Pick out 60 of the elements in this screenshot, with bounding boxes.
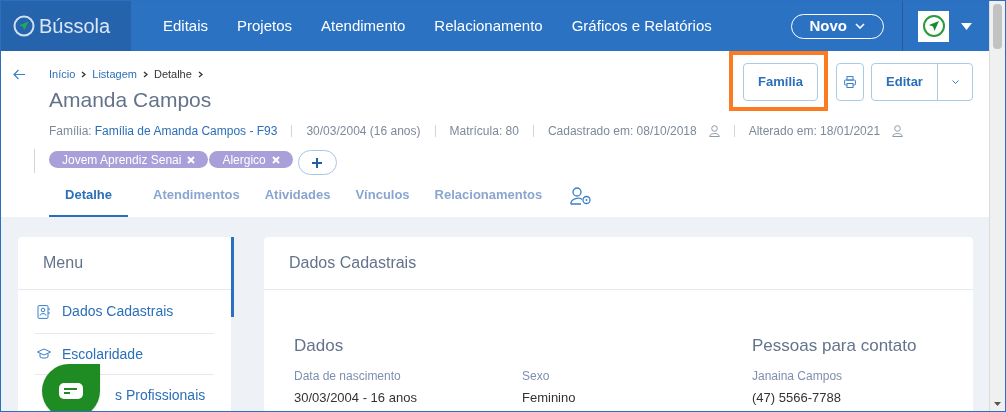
tab[interactable]: Atividades: [264, 175, 331, 217]
plus-icon: [312, 157, 323, 168]
family-link[interactable]: Família de Amanda Campos - F93: [94, 122, 278, 140]
chevron-down-icon: [855, 23, 865, 29]
print-button[interactable]: [836, 63, 864, 101]
user-icon: [892, 125, 904, 137]
user-icon: [708, 125, 720, 137]
menu-title: Menu: [43, 253, 84, 273]
edit-split-button[interactable]: Editar: [871, 63, 973, 101]
contact-card-icon: [37, 304, 51, 319]
meta-text: Alterado em: 18/01/2021: [748, 123, 881, 140]
nav-link[interactable]: Gráficos e Relatórios: [571, 14, 712, 38]
graduation-cap-icon: [37, 347, 51, 361]
meta-text: Cadastrado em: 08/10/2018: [547, 123, 697, 140]
nav-link[interactable]: Editais: [163, 14, 209, 38]
field-label: Janaina Campos: [752, 368, 844, 385]
user-settings-icon[interactable]: [570, 187, 593, 205]
tab[interactable]: Atendimentos: [153, 175, 240, 217]
scrollbar[interactable]: [989, 1, 1005, 411]
scrollbar-thumb[interactable]: [993, 4, 1002, 49]
family-button[interactable]: Família: [743, 63, 818, 101]
tag-chip: Jovem Aprendiz Senai: [49, 151, 209, 168]
app-logo-text: Bússola: [39, 14, 111, 39]
chevron-down-icon: [951, 80, 959, 84]
chevron-right-icon: [197, 70, 203, 78]
remove-icon[interactable]: [187, 155, 196, 164]
field-label: Data de nascimento: [294, 368, 402, 385]
compass-icon: [921, 14, 946, 38]
family-label: Família:: [49, 123, 92, 140]
back-arrow-icon[interactable]: [13, 69, 26, 80]
column-heading: Pessoas para contato: [752, 335, 918, 357]
person-name: Amanda Campos: [49, 87, 213, 113]
meta-text: Matrícula: 80: [449, 123, 519, 140]
field-value: Feminino: [522, 389, 577, 407]
breadcrumb-link[interactable]: Início: [49, 65, 76, 83]
field-label: Sexo: [522, 368, 551, 385]
tag-chip: Alergico: [209, 151, 293, 168]
user-avatar[interactable]: [918, 10, 949, 42]
printer-icon: [844, 76, 856, 88]
field-value: 30/03/2004 - 16 anos: [294, 389, 418, 407]
breadcrumb-current: Detalhe: [153, 66, 192, 82]
chat-icon: [59, 383, 83, 399]
chevron-right-icon: [81, 70, 87, 78]
breadcrumb-link[interactable]: Listagem: [92, 65, 137, 83]
remove-icon[interactable]: [271, 155, 280, 164]
nav-link[interactable]: Atendimento: [321, 14, 406, 38]
compass-logo-icon: [13, 15, 35, 37]
tab[interactable]: Vínculos: [355, 175, 410, 217]
nav-link[interactable]: Projetos: [237, 14, 293, 38]
nav-link[interactable]: Relacionamento: [434, 14, 543, 38]
caret-down-icon: [961, 22, 972, 30]
menu-item[interactable]: Dados Cadastrais: [35, 290, 214, 333]
tab[interactable]: Relacionamentos: [434, 175, 543, 217]
column-heading: Dados: [294, 335, 345, 357]
chevron-right-icon: [142, 70, 148, 78]
section-title: Dados Cadastrais: [289, 253, 417, 273]
chat-button[interactable]: [42, 364, 100, 411]
scroll-down-icon: [994, 402, 1001, 406]
meta-text: 30/03/2004 (16 anos): [306, 123, 421, 140]
field-value: (47) 5566-7788: [752, 389, 842, 407]
